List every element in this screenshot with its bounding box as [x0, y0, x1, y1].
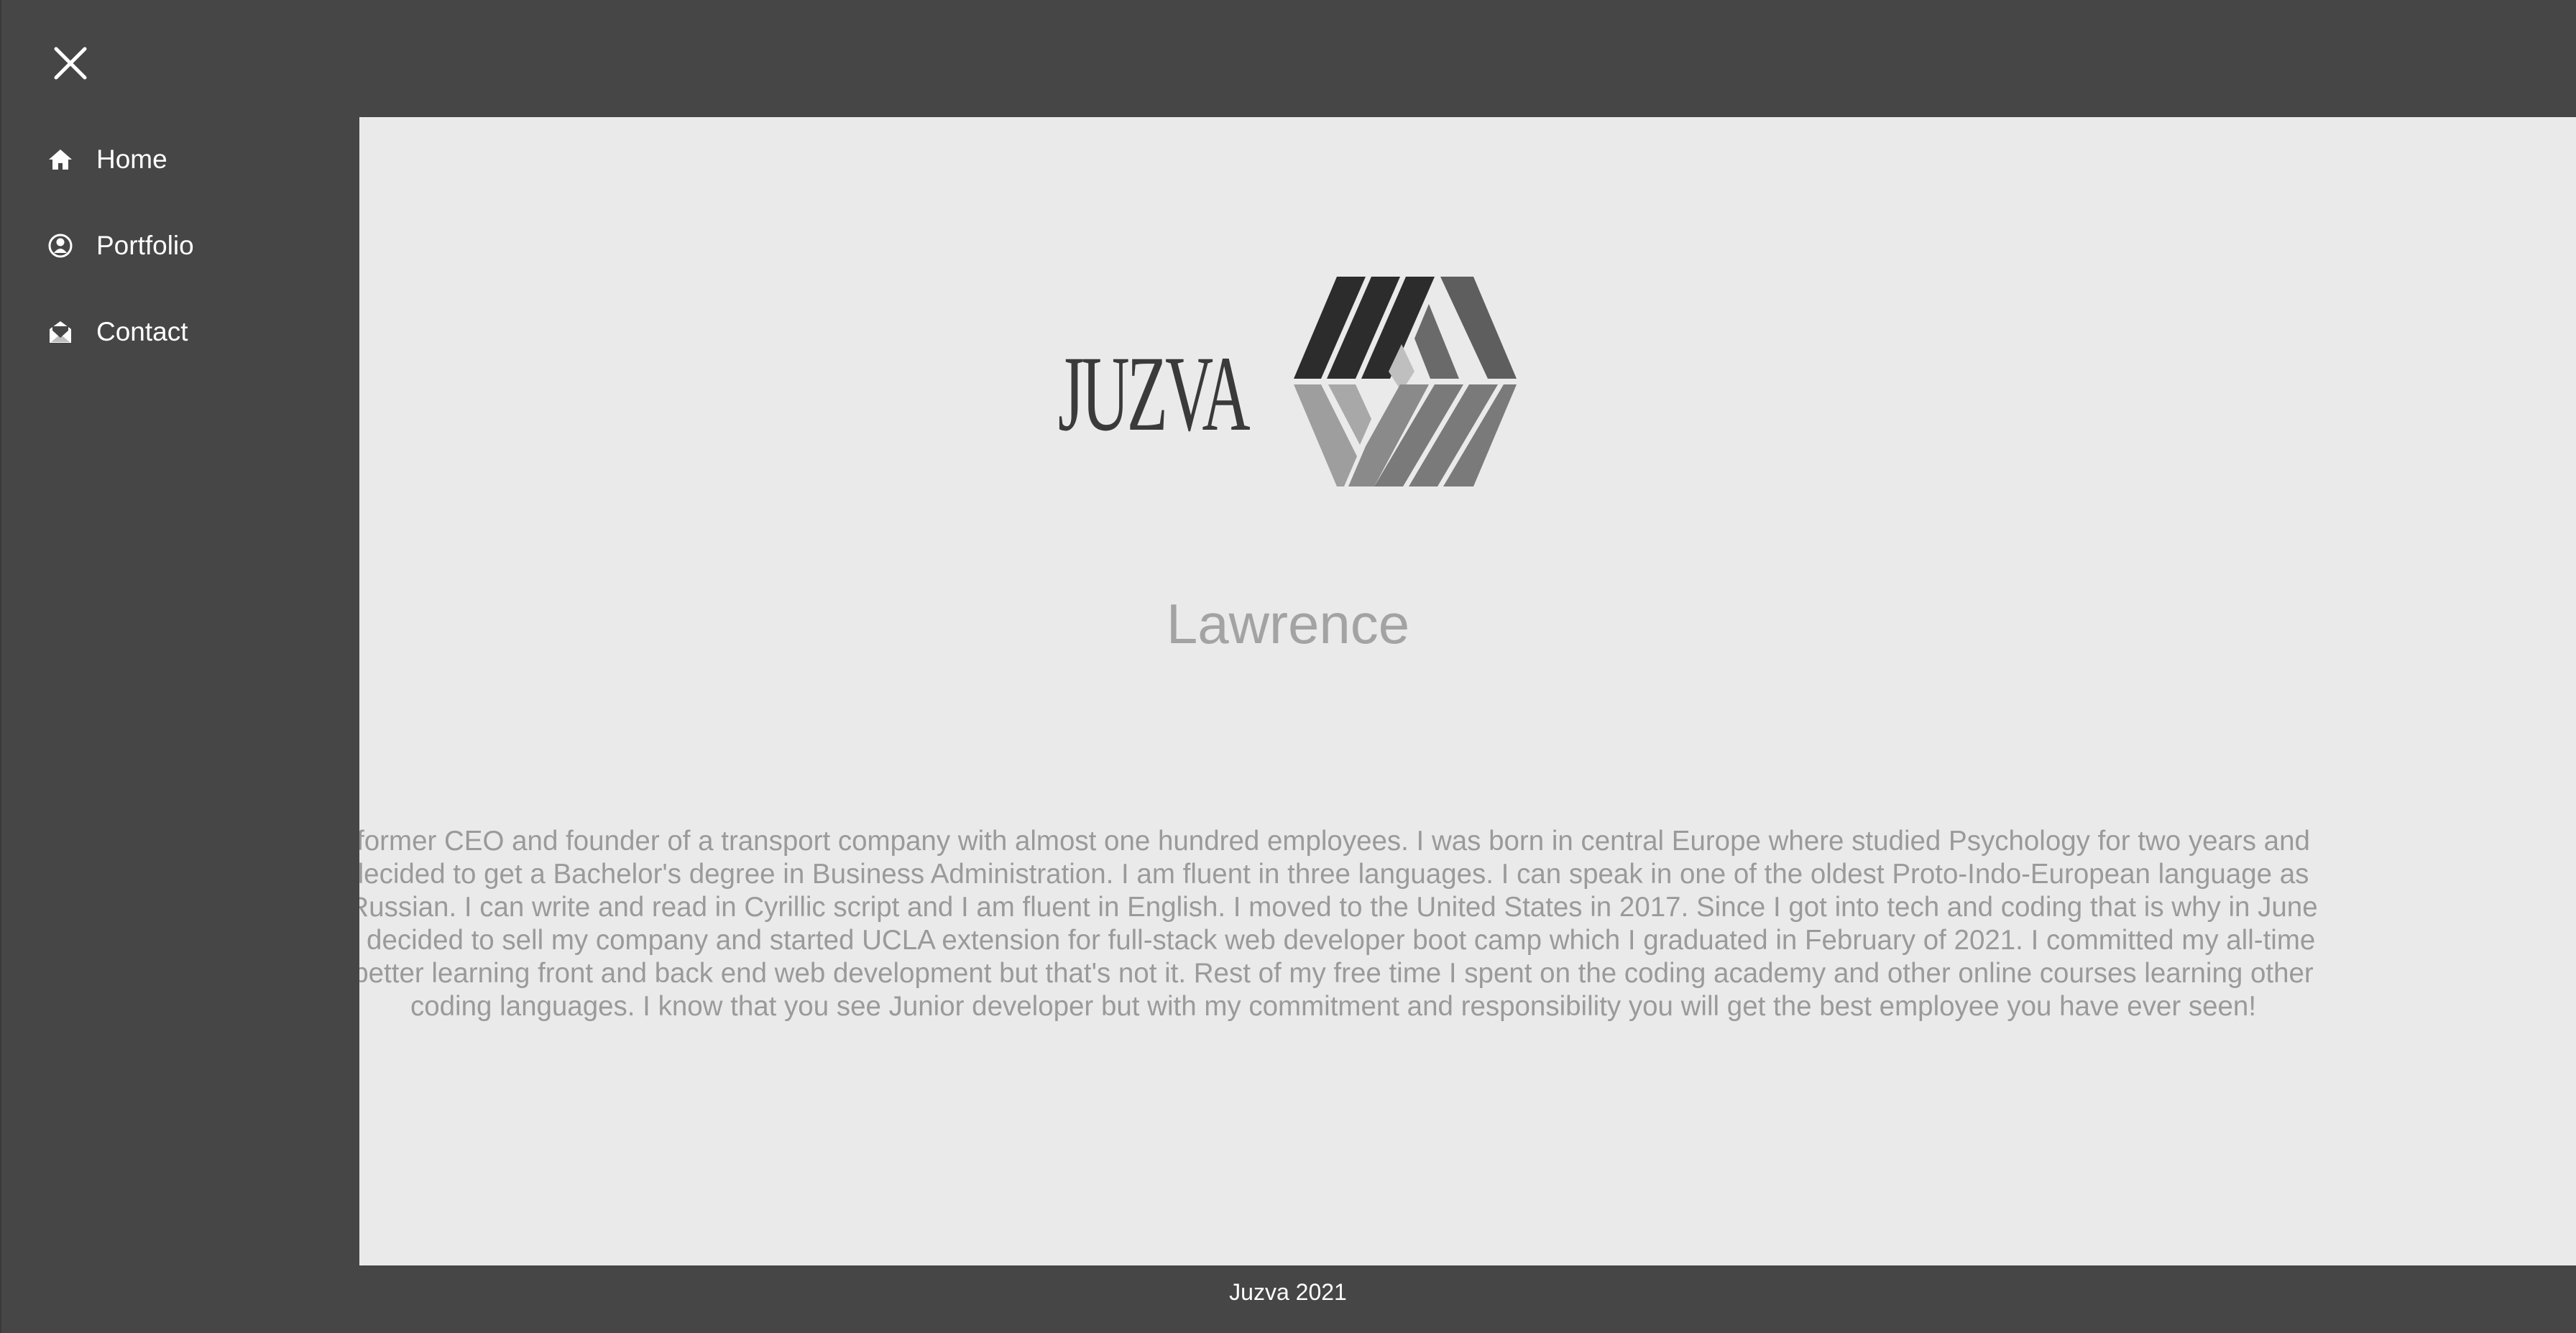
top-bar: [0, 0, 2576, 117]
main-content: JUZVA Lawrence former CEO and founder of…: [0, 117, 2576, 1265]
footer: Juzva 2021: [0, 1265, 2576, 1333]
page: JUZVA Lawrence former CEO and founder of…: [0, 0, 2576, 1333]
bio-line: coding languages. I know that you see Ju…: [410, 991, 2257, 1022]
nav-item-label: Home: [96, 144, 167, 174]
side-navigation-drawer: Home Portfolio Contact: [0, 0, 359, 1333]
brand-logo: JUZVA: [0, 275, 2576, 487]
envelope-open-icon: [50, 321, 71, 343]
nav-item-label: Contact: [96, 317, 188, 346]
footer-copyright: Juzva 2021: [1229, 1279, 1347, 1305]
bio-line: former CEO and founder of a transport co…: [356, 826, 2310, 857]
nav-item-portfolio[interactable]: Portfolio: [46, 224, 194, 267]
close-nav-button[interactable]: [50, 43, 91, 83]
home-icon: [49, 149, 72, 170]
nav-item-label: Portfolio: [96, 231, 194, 260]
bio-line: I decided to sell my company and started…: [351, 925, 2316, 956]
bio-line: Russian. I can write and read in Cyrilli…: [349, 892, 2318, 923]
brand-wordmark: JUZVA: [1058, 334, 1251, 453]
user-circle-icon: [48, 234, 73, 258]
owner-name-heading: Lawrence: [1166, 592, 1410, 655]
bio-line: better learning front and back end web d…: [353, 958, 2314, 989]
nav-item-contact[interactable]: Contact: [46, 310, 188, 354]
juzva-hexagon-logo-icon: [1294, 277, 1517, 486]
bio-line: lecided to get a Bachelor's degree in Bu…: [357, 859, 2309, 890]
nav-item-home[interactable]: Home: [46, 138, 167, 181]
close-icon: [54, 47, 87, 80]
bio-paragraph: former CEO and founder of a transport co…: [338, 825, 2329, 1023]
